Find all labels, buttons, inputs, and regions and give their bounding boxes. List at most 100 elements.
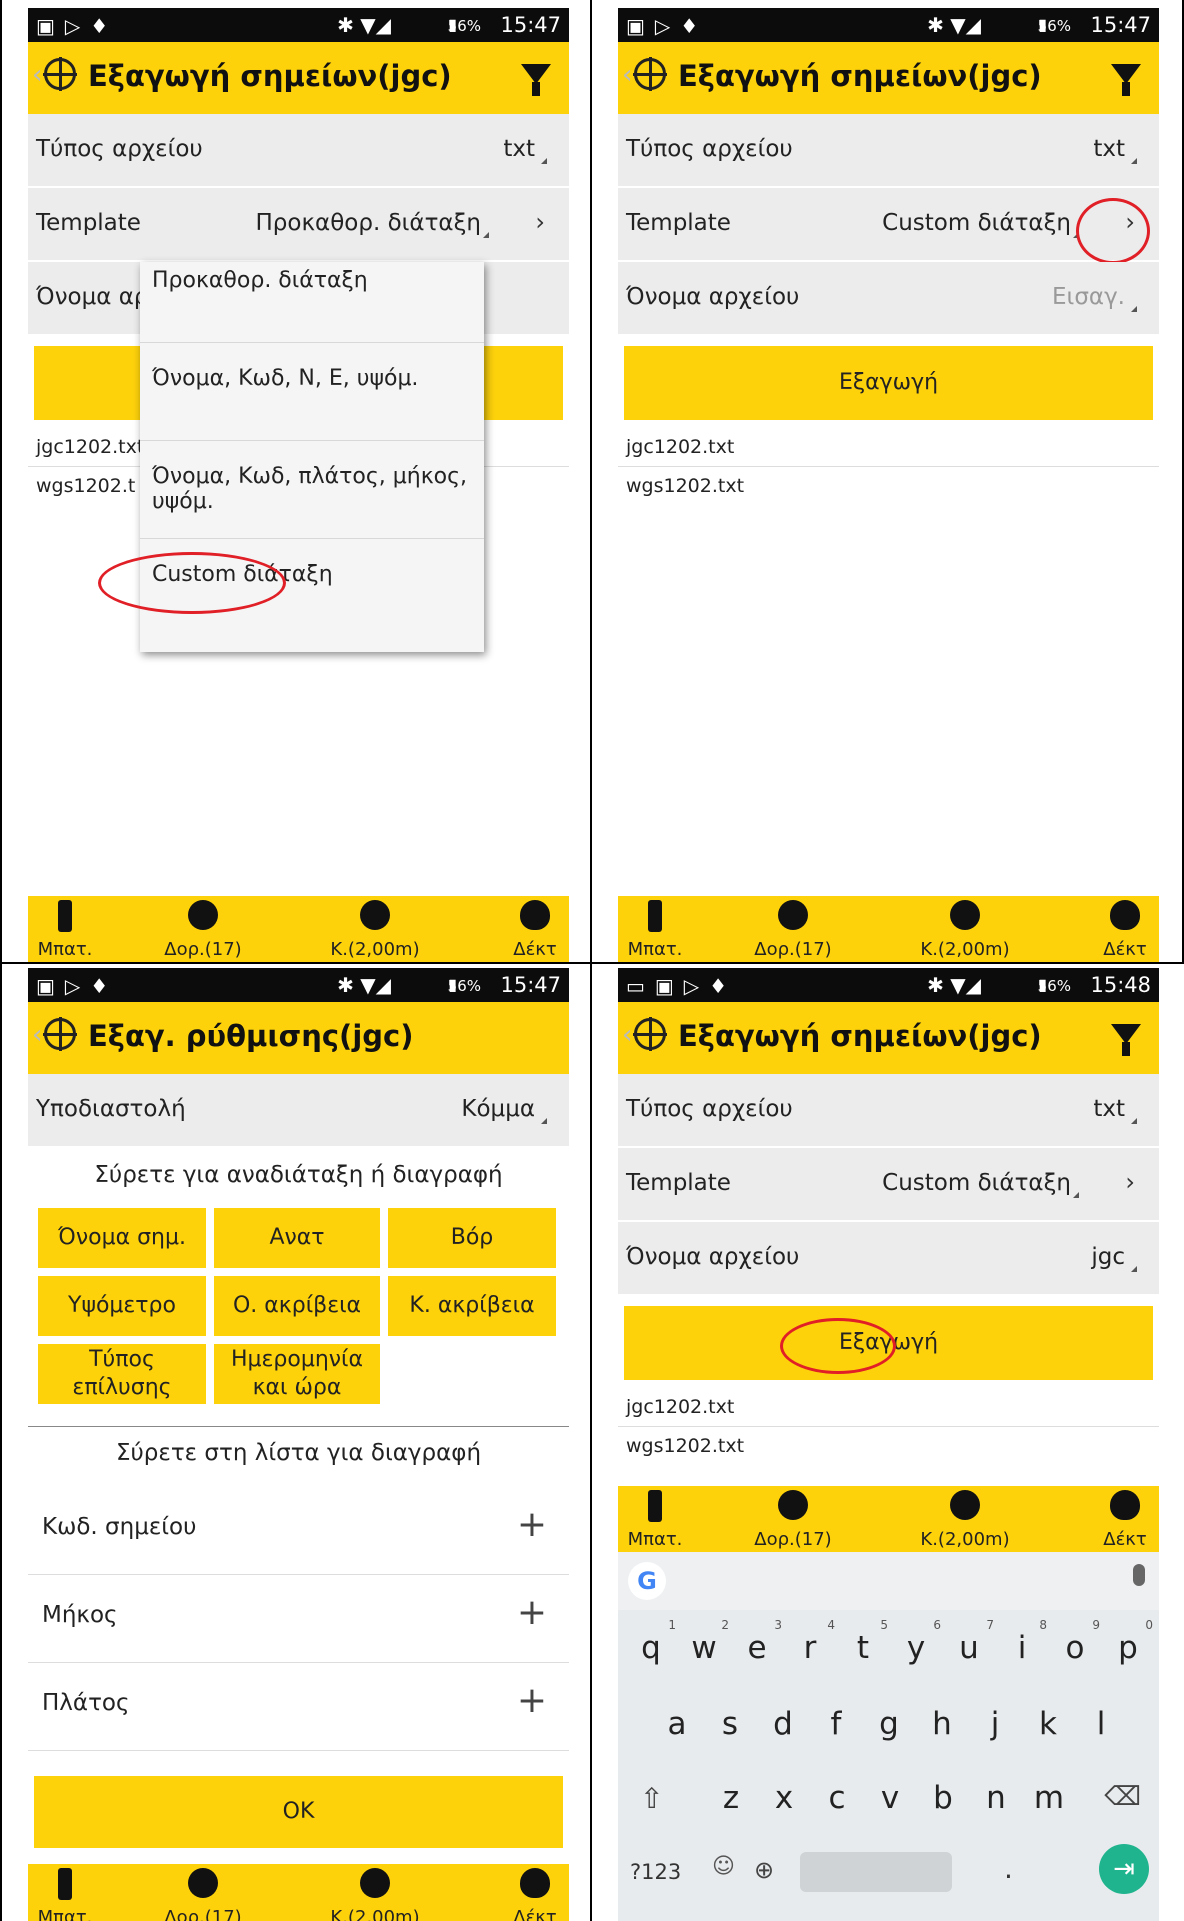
battery-status[interactable]: Μπατ. [618,1486,710,1552]
file-list-item[interactable]: jgc1202.txt [626,1396,734,1418]
precision-status[interactable]: Κ.(2,00m) [320,896,430,962]
dropdown-option[interactable]: Προκαθορ. διάταξη [140,262,484,343]
ok-button[interactable]: ΟΚ [34,1776,563,1848]
precision-status[interactable]: Κ.(2,00m) [320,1864,430,1921]
key[interactable]: a [650,1706,704,1742]
satellites-status[interactable]: Δορ.(17) [738,1486,848,1552]
backspace-key[interactable]: ⌫ [1104,1782,1141,1812]
symbols-key[interactable]: ?123 [630,1860,681,1884]
receiver-status[interactable]: Δέκτ [1070,896,1159,962]
emoji-icon[interactable]: ☺ [712,1854,735,1879]
battery-status[interactable]: Μπατ. [618,896,710,962]
field-tile[interactable]: Τύπος επίλυσης [38,1344,206,1404]
field-tile[interactable]: Βόρ [388,1208,556,1268]
filter-icon[interactable] [1111,1024,1141,1056]
file-type-row[interactable]: Τύπος αρχείου txt [618,114,1159,188]
receiver-status[interactable]: Δέκτ [1070,1486,1159,1552]
divider [590,0,592,1921]
key[interactable]: z [704,1780,758,1816]
add-icon[interactable]: + [517,1680,547,1721]
chevron-right-icon[interactable]: › [535,208,545,236]
back-icon[interactable]: ‹ [622,60,632,90]
file-type-row[interactable]: Τύπος αρχείου txt [28,114,569,188]
filename-row[interactable]: Όνομα αρχείου Εισαγ. [618,262,1159,336]
file-list-item[interactable]: jgc1202.txt [626,436,734,458]
add-icon[interactable]: + [517,1504,547,1545]
file-list-item[interactable]: jgc1202.txt [36,436,144,458]
receiver-status[interactable]: Δέκτ [480,896,569,962]
key[interactable]: d [756,1706,810,1742]
key[interactable]: u7 [942,1618,996,1666]
template-row[interactable]: Template Προκαθορ. διάταξη › [28,188,569,262]
field-tile[interactable]: Κ. ακρίβεια [388,1276,556,1336]
template-row[interactable]: Template Custom διάταξη › [618,1148,1159,1222]
receiver-status[interactable]: Δέκτ [480,1864,569,1921]
key[interactable]: n [969,1780,1023,1816]
chevron-right-icon[interactable]: › [1125,1168,1135,1196]
satellites-status[interactable]: Δορ.(17) [148,896,258,962]
key[interactable]: e3 [730,1618,784,1666]
key[interactable]: l [1074,1706,1128,1742]
key[interactable]: j [968,1706,1022,1742]
satellites-status[interactable]: Δορ.(17) [148,1864,258,1921]
dropdown-corner-icon [1131,1118,1137,1124]
key[interactable]: r4 [783,1618,837,1666]
key[interactable]: x [757,1780,811,1816]
period-key[interactable]: . [1004,1852,1013,1885]
key[interactable]: p0 [1101,1618,1155,1666]
key[interactable]: q1 [624,1618,678,1666]
key[interactable]: i8 [995,1618,1049,1666]
key[interactable]: s [703,1706,757,1742]
file-type-row[interactable]: Τύπος αρχείου txt [618,1074,1159,1148]
shift-key[interactable]: ⇧ [640,1782,663,1815]
back-icon[interactable]: ‹ [622,1020,632,1050]
back-icon[interactable]: ‹ [32,1020,42,1050]
field-tile[interactable]: Ανατ [214,1208,380,1268]
microphone-icon[interactable] [1133,1564,1145,1586]
key[interactable]: v [863,1780,917,1816]
key[interactable]: t5 [836,1618,890,1666]
back-icon[interactable]: ‹ [32,60,42,90]
available-field-row[interactable]: Κωδ. σημείου + [28,1486,569,1575]
field-tile[interactable]: Υψόμετρο [38,1276,206,1336]
file-list-item[interactable]: wgs1202.txt [626,1435,744,1457]
key[interactable]: o9 [1048,1618,1102,1666]
filename-row[interactable]: Όνομα αρχείου jgc [618,1222,1159,1296]
key[interactable]: f [809,1706,863,1742]
field-tile[interactable]: Όνομα σημ. [38,1208,206,1268]
key[interactable]: y6 [889,1618,943,1666]
filter-icon[interactable] [1111,64,1141,96]
key[interactable]: b [916,1780,970,1816]
dropdown-option[interactable]: Όνομα, Κωδ, πλάτος, μήκος, υψόμ. [140,458,484,539]
key[interactable]: g [862,1706,916,1742]
satellites-status[interactable]: Δορ.(17) [738,896,848,962]
key[interactable]: c [810,1780,864,1816]
decimal-separator-row[interactable]: Υποδιαστολή Κόμμα [28,1074,569,1148]
google-icon[interactable]: G [628,1562,666,1600]
key[interactable]: w2 [677,1618,731,1666]
available-field-row[interactable]: Πλάτος + [28,1662,569,1751]
battery-status[interactable]: Μπατ. [28,896,120,962]
available-field-row[interactable]: Μήκος + [28,1574,569,1663]
spacebar[interactable] [800,1852,952,1892]
key[interactable]: m [1022,1780,1076,1816]
field-tile[interactable]: Ο. ακρίβεια [214,1276,380,1336]
filename-input[interactable]: Εισαγ. [1052,284,1125,310]
file-list-item[interactable]: wgs1202.txt [626,475,744,497]
filename-input[interactable]: jgc [1091,1244,1125,1270]
globe-icon[interactable]: ⊕ [754,1856,774,1884]
add-icon[interactable]: + [517,1592,547,1633]
filter-icon[interactable] [521,64,551,96]
enter-key[interactable]: ⇥ [1099,1844,1149,1894]
field-name: Μήκος [42,1602,118,1628]
field-tile[interactable]: Ημερομηνία και ώρα [214,1344,380,1404]
file-list-item[interactable]: wgs1202.t [36,475,135,497]
precision-status[interactable]: Κ.(2,00m) [910,1486,1020,1552]
export-button[interactable]: Εξαγωγή [624,346,1153,420]
dropdown-option[interactable]: Όνομα, Κωδ, Ν, Ε, υψόμ. [140,360,484,441]
key[interactable]: h [915,1706,969,1742]
battery-status[interactable]: Μπατ. [28,1864,120,1921]
key[interactable]: k [1021,1706,1075,1742]
precision-status[interactable]: Κ.(2,00m) [910,896,1020,962]
crosshair-icon [43,57,77,91]
